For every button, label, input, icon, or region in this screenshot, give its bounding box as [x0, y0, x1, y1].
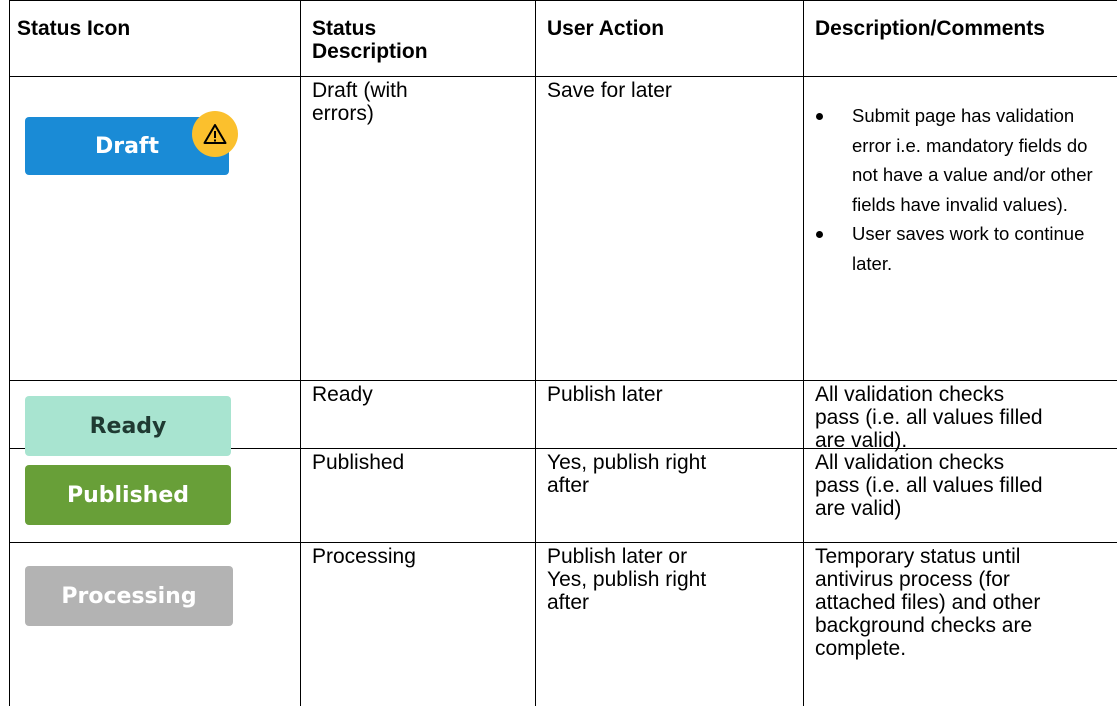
- published-status-badge: Published: [25, 465, 231, 525]
- row-divider: [9, 380, 1117, 381]
- ready-badge-label: Ready: [89, 413, 167, 439]
- ready-status-badge: Ready: [25, 396, 231, 456]
- comment-text: User saves work to continue later.: [852, 223, 1085, 274]
- row-divider: [9, 542, 1117, 543]
- header-description: Description/Comments: [815, 17, 1045, 40]
- status-description-cell: Published: [312, 451, 405, 474]
- row-divider: [9, 76, 1117, 77]
- column-divider: [300, 0, 301, 706]
- comments-cell: All validation checks pass (i.e. all val…: [815, 383, 1043, 452]
- draft-badge-label: Draft: [94, 133, 160, 159]
- header-status-description: Status Description: [312, 17, 428, 63]
- column-divider: [803, 0, 804, 706]
- status-description-cell: Draft (with errors): [312, 79, 408, 125]
- column-divider: [535, 0, 536, 706]
- comment-text: Submit page has validation error i.e. ma…: [852, 105, 1093, 215]
- list-item: User saves work to continue later.: [814, 219, 1114, 278]
- comments-bullet-list: Submit page has validation error i.e. ma…: [814, 101, 1114, 278]
- user-action-cell: Yes, publish right after: [547, 451, 707, 497]
- processing-badge-label: Processing: [61, 583, 197, 609]
- user-action-cell: Save for later: [547, 79, 672, 102]
- list-item: Submit page has validation error i.e. ma…: [814, 101, 1114, 219]
- header-user-action: User Action: [547, 17, 665, 40]
- published-badge-label: Published: [66, 482, 190, 508]
- user-action-cell: Publish later: [547, 383, 663, 406]
- table-border-top: [9, 0, 1117, 1]
- comments-cell: Temporary status until antivirus process…: [815, 545, 1041, 660]
- bullet-icon: [816, 113, 823, 120]
- header-status-icon: Status Icon: [17, 17, 131, 40]
- processing-status-badge: Processing: [25, 566, 233, 626]
- bullet-icon: [816, 231, 823, 238]
- table-border-left: [9, 0, 10, 706]
- comments-cell: All validation checks pass (i.e. all val…: [815, 451, 1043, 520]
- warning-triangle-icon: [192, 111, 238, 157]
- user-action-cell: Publish later or Yes, publish right afte…: [547, 545, 707, 614]
- status-description-cell: Ready: [312, 383, 373, 406]
- status-description-cell: Processing: [312, 545, 416, 568]
